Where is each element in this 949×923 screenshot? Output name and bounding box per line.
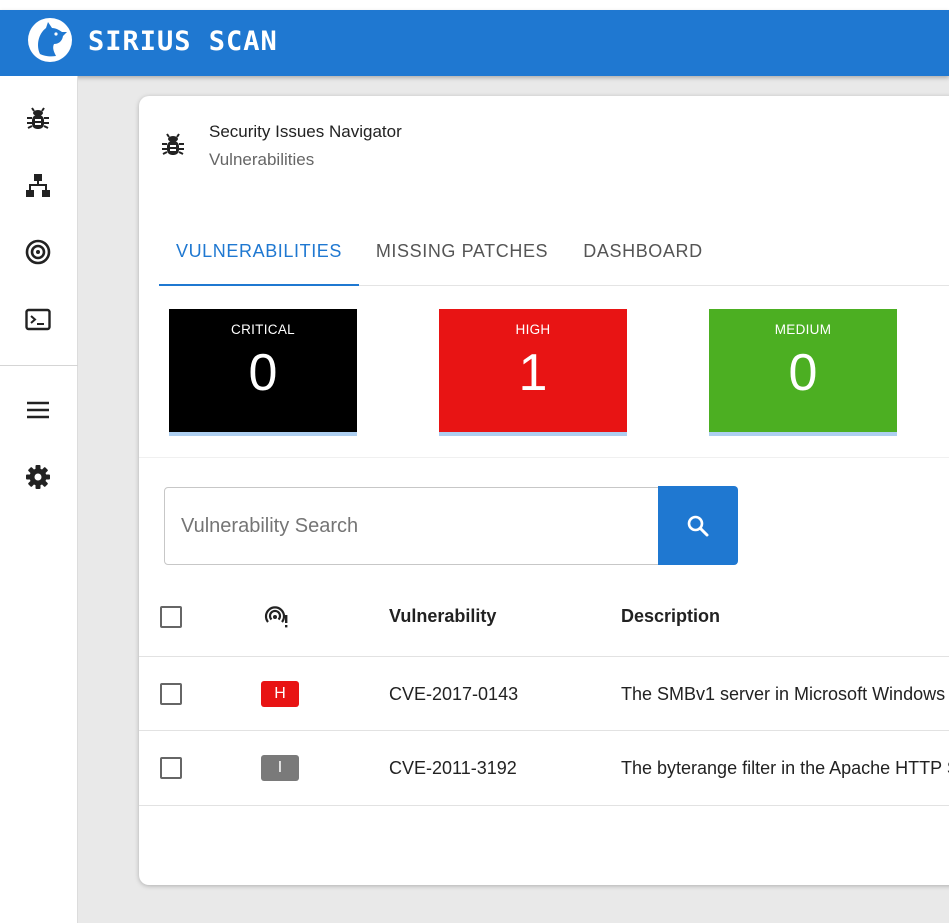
severity-badge: I [261,755,299,781]
wolf-head-logo[interactable] [26,16,74,64]
tab-vulnerabilities[interactable]: VULNERABILITIES [159,226,359,286]
severity-count: 1 [518,344,548,402]
sidebar-item-settings[interactable] [25,464,51,490]
column-header-description[interactable]: Description [621,606,720,627]
severity-high-card[interactable]: HIGH 1 [439,309,627,436]
search-field [164,487,660,565]
target-icon [25,239,51,265]
severity-label: HIGH [515,322,551,337]
select-all-checkbox[interactable] [160,606,182,628]
vulnerability-description: The byterange filter in the Apache HTTP … [621,758,949,778]
severity-count: 0 [248,344,278,402]
search-icon [687,515,709,536]
sidebar-item-bugs[interactable] [25,106,51,132]
sidebar [0,76,78,923]
column-header-vulnerability[interactable]: Vulnerability [389,606,496,627]
gear-icon [26,465,50,489]
tab-dashboard[interactable]: DASHBOARD [565,226,721,286]
severity-badge: H [261,681,299,707]
card-title: Security Issues Navigator [209,122,402,141]
severity-label: CRITICAL [231,322,295,337]
bug-icon [162,132,188,162]
search-button[interactable] [658,486,738,565]
tab-bar: VULNERABILITIES MISSING PATCHES DASHBOAR… [159,226,949,286]
broadcast-alert-icon [263,604,291,632]
menu-icon [27,401,49,419]
bug-icon [27,107,49,129]
table-row[interactable]: I CVE-2011-3192 The byterange filter in … [139,731,949,806]
severity-label: MEDIUM [774,322,832,337]
table-header: Vulnerability Description [139,582,949,657]
severity-medium-card[interactable]: MEDIUM 0 [709,309,897,436]
vulnerability-description: The SMBv1 server in Microsoft Windows [621,684,946,704]
app-header: SIRIUS SCAN [0,10,949,76]
sidebar-item-menu[interactable] [25,397,51,423]
sidebar-item-hosts[interactable] [25,173,51,199]
severity-critical-card[interactable]: CRITICAL 0 [169,309,357,436]
sidebar-item-scanner[interactable] [25,239,51,265]
vulnerability-id[interactable]: CVE-2017-0143 [389,684,518,705]
vulnerability-id[interactable]: CVE-2011-3192 [389,758,517,779]
sitemap-icon [26,174,50,197]
app-title: SIRIUS SCAN [88,26,278,57]
row-checkbox[interactable] [160,683,182,705]
sidebar-item-terminal[interactable] [25,307,51,333]
search-input[interactable] [181,510,651,542]
tab-missing-patches[interactable]: MISSING PATCHES [359,226,565,286]
card-subtitle: Vulnerabilities [209,150,315,169]
terminal-icon [25,308,51,331]
issues-card: Security Issues Navigator Vulnerabilitie… [139,96,949,885]
sidebar-divider [0,365,78,366]
table-row[interactable]: H CVE-2017-0143 The SMBv1 server in Micr… [139,657,949,731]
section-divider [139,457,949,458]
severity-count: 0 [788,344,818,402]
row-checkbox[interactable] [160,757,182,779]
